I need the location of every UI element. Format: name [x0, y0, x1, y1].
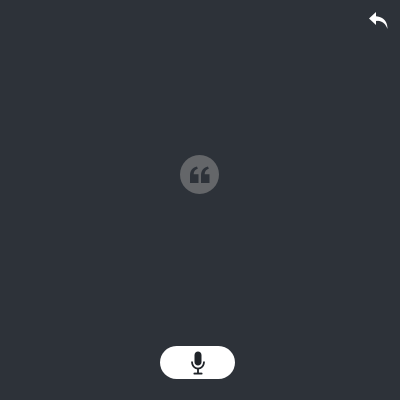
undo-arrow-icon — [367, 10, 391, 32]
microphone-icon — [190, 351, 205, 375]
back-button[interactable] — [367, 9, 391, 33]
microphone-button[interactable] — [160, 346, 235, 379]
quote-icon — [189, 166, 211, 184]
speech-screen — [0, 0, 400, 400]
quote-placeholder — [180, 155, 219, 194]
